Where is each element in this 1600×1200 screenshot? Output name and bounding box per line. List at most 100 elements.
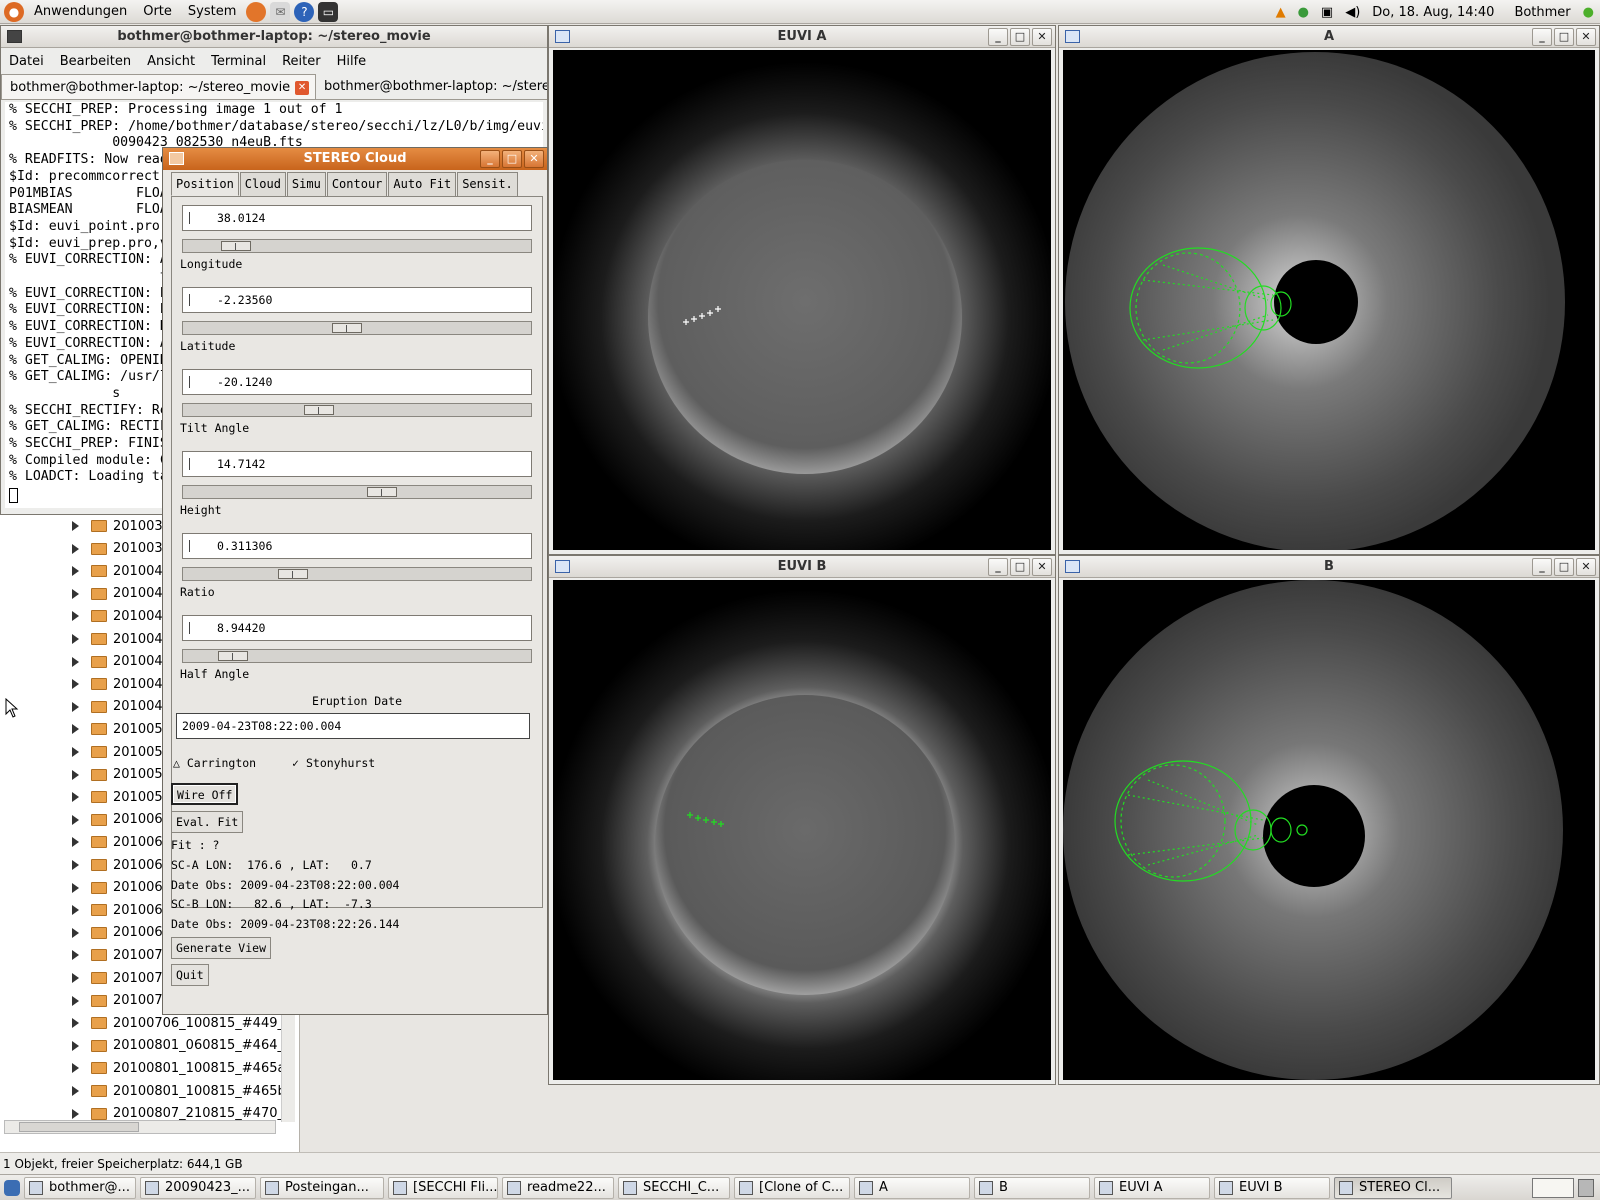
- tab-simu[interactable]: Simu: [286, 172, 326, 196]
- list-item[interactable]: 2010041: [72, 605, 171, 627]
- list-item[interactable]: 2010060: [72, 809, 171, 831]
- taskbar-button[interactable]: bothmer@...: [24, 1176, 136, 1199]
- expand-arrow-icon[interactable]: [72, 950, 79, 961]
- tilt-angle-slider[interactable]: [182, 403, 532, 417]
- expand-arrow-icon[interactable]: [72, 769, 79, 780]
- maximize-button[interactable]: □: [1010, 28, 1030, 46]
- expand-arrow-icon[interactable]: [72, 566, 79, 577]
- list-item[interactable]: 2010032: [72, 515, 171, 537]
- list-item[interactable]: 2010050: [72, 718, 171, 740]
- terminal-titlebar[interactable]: bothmer@bothmer-laptop: ~/stereo_movie: [1, 26, 547, 48]
- menu-system[interactable]: System: [180, 0, 244, 24]
- list-item[interactable]: 2010041: [72, 628, 171, 650]
- expand-arrow-icon[interactable]: [72, 860, 79, 870]
- quit-button[interactable]: Quit: [171, 964, 209, 986]
- longitude-slider[interactable]: [182, 239, 532, 253]
- tilt-angle-field[interactable]: -20.1240: [182, 369, 532, 395]
- list-item[interactable]: 2010052: [72, 741, 171, 763]
- generate-view-button[interactable]: Generate View: [171, 937, 272, 959]
- tilt-angle-slider-thumb[interactable]: [304, 405, 334, 415]
- tab-sensit[interactable]: Sensit.: [457, 172, 518, 196]
- expand-arrow-icon[interactable]: [72, 724, 79, 735]
- close-button[interactable]: ✕: [1576, 28, 1596, 46]
- radio-carrington[interactable]: △ Carrington: [173, 756, 274, 770]
- warning-icon[interactable]: ▲: [1270, 5, 1292, 20]
- eruption-date-field[interactable]: 2009-04-23T08:22:00.004: [176, 713, 530, 739]
- maximize-button[interactable]: □: [502, 150, 522, 168]
- taskbar-button[interactable]: [Clone of C...: [734, 1176, 850, 1199]
- list-item[interactable]: 2010041: [72, 673, 171, 695]
- tab-contour[interactable]: Contour: [326, 172, 388, 196]
- list-item[interactable]: 2010052: [72, 764, 171, 786]
- expand-arrow-icon[interactable]: [72, 679, 79, 690]
- expand-arrow-icon[interactable]: [72, 1108, 79, 1119]
- expand-arrow-icon[interactable]: [72, 521, 79, 531]
- ratio-slider-thumb[interactable]: [278, 569, 308, 579]
- minimize-button[interactable]: _: [1532, 28, 1552, 46]
- list-item[interactable]: 2010040: [72, 560, 171, 582]
- close-button[interactable]: ✕: [524, 150, 544, 168]
- expand-arrow-icon[interactable]: [72, 656, 79, 667]
- taskbar-button[interactable]: 20090423_...: [140, 1176, 256, 1199]
- clock[interactable]: Do, 18. Aug, 14:40: [1366, 5, 1500, 20]
- list-item[interactable]: 2010040: [72, 583, 171, 605]
- half-angle-slider[interactable]: [182, 649, 532, 663]
- expand-arrow-icon[interactable]: [72, 927, 79, 938]
- taskbar-button[interactable]: STEREO Cl...: [1334, 1176, 1452, 1199]
- taskbar-button[interactable]: Posteingan...: [260, 1176, 384, 1199]
- list-item[interactable]: 20100801_060815_#464_: [72, 1035, 284, 1057]
- stereo-cloud-titlebar[interactable]: STEREO Cloud _ □ ✕: [163, 148, 547, 170]
- taskbar-button[interactable]: [SECCHI Fli...: [388, 1176, 498, 1199]
- height-slider[interactable]: [182, 485, 532, 499]
- list-item[interactable]: 2010061: [72, 877, 171, 899]
- expand-arrow-icon[interactable]: [72, 588, 79, 599]
- firefox-icon[interactable]: [246, 1, 267, 22]
- menu-datei[interactable]: Datei: [1, 54, 52, 69]
- close-tab-icon[interactable]: ✕: [295, 81, 310, 95]
- minimize-button[interactable]: _: [1532, 558, 1552, 576]
- list-item[interactable]: 2010061: [72, 854, 171, 876]
- taskbar-button[interactable]: SECCHI_C...: [618, 1176, 730, 1199]
- list-item[interactable]: 2010070: [72, 944, 171, 966]
- volume-icon[interactable]: ◀): [1339, 5, 1366, 20]
- expand-arrow-icon[interactable]: [72, 1063, 79, 1074]
- expand-arrow-icon[interactable]: [72, 1018, 79, 1029]
- expand-arrow-icon[interactable]: [72, 611, 79, 622]
- expand-arrow-icon[interactable]: [72, 792, 79, 803]
- terminal-launcher-icon[interactable]: ▭: [318, 1, 339, 22]
- help-icon[interactable]: ?: [294, 1, 315, 22]
- menu-terminal[interactable]: Terminal: [203, 54, 274, 69]
- list-item[interactable]: 20100801_100815_#465a: [72, 1057, 285, 1079]
- ratio-field[interactable]: 0.311306: [182, 533, 532, 559]
- expand-arrow-icon[interactable]: [72, 882, 79, 893]
- radio-stonyhurst[interactable]: ✓ Stonyhurst: [292, 756, 393, 770]
- tab-position[interactable]: Position: [171, 172, 239, 196]
- menu-places[interactable]: Orte: [135, 0, 180, 24]
- list-item[interactable]: 20100801_100815_#465b: [72, 1080, 286, 1102]
- mail-icon[interactable]: ✉: [270, 1, 291, 22]
- tree-horizontal-scrollbar[interactable]: [4, 1120, 276, 1134]
- expand-arrow-icon[interactable]: [72, 973, 79, 983]
- close-button[interactable]: ✕: [1032, 28, 1052, 46]
- expand-arrow-icon[interactable]: [72, 837, 79, 848]
- euvi-a-titlebar[interactable]: EUVI A _ □ ✕: [549, 26, 1055, 48]
- close-button[interactable]: ✕: [1032, 558, 1052, 576]
- latitude-slider[interactable]: [182, 321, 532, 335]
- latitude-field[interactable]: -2.23560: [182, 287, 532, 313]
- menu-bearbeiten[interactable]: Bearbeiten: [52, 54, 139, 69]
- list-item[interactable]: 2010061: [72, 831, 171, 853]
- expand-arrow-icon[interactable]: [72, 701, 79, 712]
- user-menu[interactable]: Bothmer: [1508, 5, 1576, 20]
- list-item[interactable]: 2010070: [72, 967, 171, 989]
- maximize-button[interactable]: □: [1554, 558, 1574, 576]
- close-button[interactable]: ✕: [1576, 558, 1596, 576]
- maximize-button[interactable]: □: [1554, 28, 1574, 46]
- minimize-button[interactable]: _: [480, 150, 500, 168]
- height-slider-thumb[interactable]: [367, 487, 397, 497]
- terminal-tab-2[interactable]: bothmer@bothmer-laptop: ~/stere: [316, 74, 547, 99]
- euvi-b-image[interactable]: [553, 580, 1051, 1080]
- list-item[interactable]: 2010070: [72, 990, 171, 1012]
- workspace-switcher-icon[interactable]: [1532, 1177, 1574, 1198]
- list-item[interactable]: 2010033: [72, 538, 171, 560]
- taskbar-button[interactable]: readme22...: [502, 1176, 614, 1199]
